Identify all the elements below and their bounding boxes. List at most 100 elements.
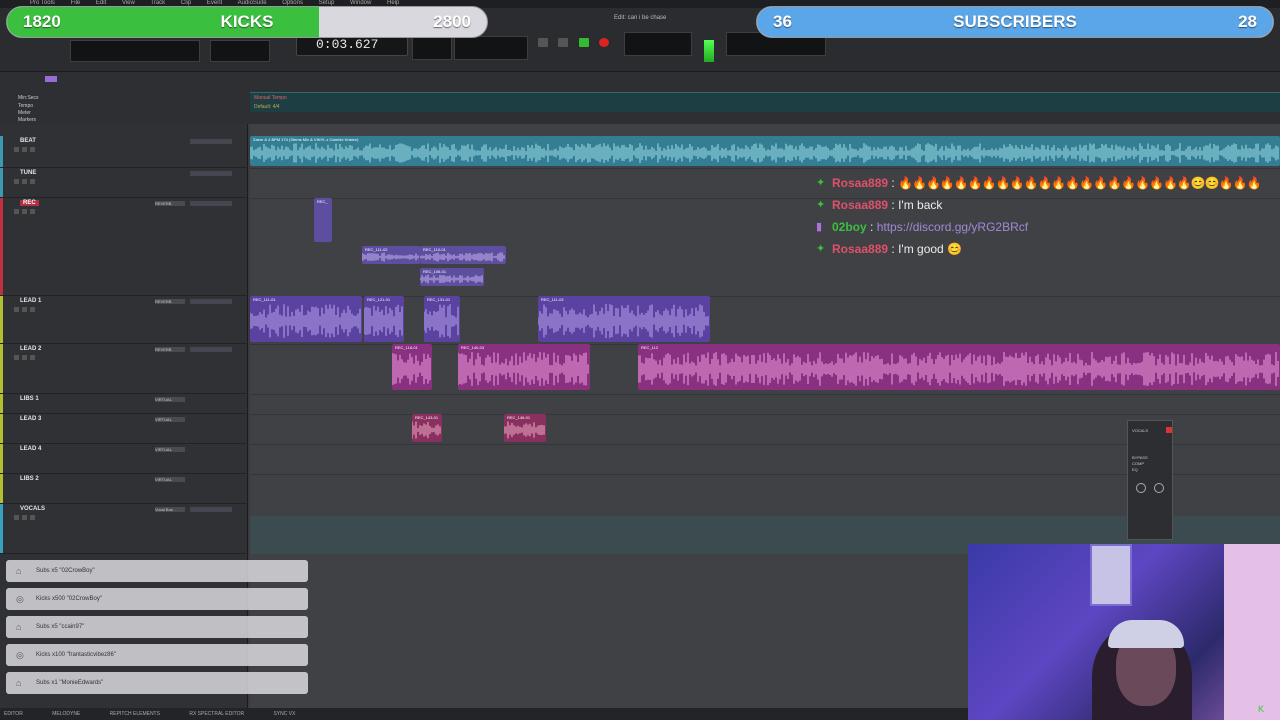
gift-icon: ⌂: [16, 566, 22, 576]
track-name[interactable]: TUNE: [20, 170, 36, 176]
ruler-label-meter: Meter: [18, 110, 31, 116]
track-buttons[interactable]: [14, 355, 38, 361]
track-header-beat[interactable]: BEAT: [0, 136, 248, 168]
track-io[interactable]: [190, 139, 232, 144]
loop-marker[interactable]: [45, 76, 57, 82]
plugin-button-bypass[interactable]: BYPASS: [1132, 455, 1148, 460]
clip[interactable]: REC_110-01: [420, 246, 506, 264]
track-io[interactable]: [190, 507, 232, 512]
alert-item: ⌂ Subs x5 "ccain97": [6, 616, 308, 638]
track-buttons[interactable]: [14, 179, 38, 185]
track-io[interactable]: [190, 201, 232, 206]
ruler-label-minsecs: Min:Secs: [18, 95, 39, 101]
plugin-knob[interactable]: [1136, 483, 1146, 493]
main-counter: 0:03.627: [316, 37, 379, 52]
insert-reverb[interactable]: REVERB: [155, 201, 185, 206]
clip[interactable]: REC_116-01: [392, 344, 432, 390]
track-name[interactable]: LEAD 4: [20, 446, 41, 452]
clip[interactable]: REC_106-01: [420, 268, 484, 286]
track-name[interactable]: LIBS 1: [20, 396, 39, 402]
track-header-tune[interactable]: TUNE: [0, 168, 248, 198]
clip[interactable]: REC_121-01: [364, 296, 404, 342]
track-name[interactable]: LIBS 2: [20, 476, 39, 482]
rewind-button[interactable]: [538, 38, 548, 47]
clip[interactable]: REC_143-01: [412, 414, 442, 442]
insert-virtual[interactable]: VIRTUAL: [155, 417, 185, 422]
track-header-lead2[interactable]: LEAD 2 REVERB: [0, 344, 248, 394]
play-button[interactable]: [578, 38, 589, 47]
clip[interactable]: REC_146-01: [504, 414, 546, 442]
track-name[interactable]: VOCALS: [20, 506, 45, 512]
insert-vocal-bus[interactable]: Vocal Bus: [155, 507, 185, 512]
insert-virtual[interactable]: VIRTUAL: [155, 447, 185, 452]
track-header-libs1[interactable]: LIBS 1 VIRTUAL: [0, 394, 248, 414]
insert-reverb[interactable]: REVERB: [155, 347, 185, 352]
track-buttons[interactable]: [14, 147, 38, 153]
nudge-lcd[interactable]: [454, 36, 528, 60]
track-name[interactable]: LEAD 2: [20, 346, 41, 352]
grid-tools[interactable]: [210, 40, 270, 62]
status-tab[interactable]: RX SPECTRAL EDITOR: [189, 711, 244, 717]
alert-text: Subs x5 "02CrowBoy": [36, 568, 95, 574]
track-buttons[interactable]: [14, 209, 38, 215]
track-header-vocals[interactable]: VOCALS Vocal Bus: [0, 504, 248, 554]
lane-divider: [250, 474, 1280, 475]
status-tab[interactable]: SYNC VX: [273, 711, 295, 717]
track-io[interactable]: [190, 299, 232, 304]
track-name[interactable]: LEAD 3: [20, 416, 41, 422]
clip[interactable]: REC_112: [638, 344, 1280, 390]
plugin-button-eq[interactable]: EQ: [1132, 467, 1138, 472]
tempo-lcd[interactable]: [624, 32, 692, 56]
status-tab[interactable]: REPITCH ELEMENTS: [110, 711, 160, 717]
plugin-knob[interactable]: [1154, 483, 1164, 493]
insert-virtual[interactable]: VIRTUAL: [155, 397, 185, 402]
track-header-rec[interactable]: REC REVERB: [0, 198, 248, 296]
track-color: [0, 414, 3, 443]
waveform: [364, 304, 403, 338]
clip[interactable]: REC_131-01: [424, 296, 460, 342]
status-tab[interactable]: EDITOR: [4, 711, 23, 717]
status-tab[interactable]: MELODYNE: [52, 711, 80, 717]
subscribers-current: 36: [773, 12, 792, 31]
tempo-ruler-strip[interactable]: Manual Tempo Default: 4/4: [250, 92, 1280, 112]
waveform: [538, 304, 709, 338]
track-io[interactable]: [190, 347, 232, 352]
chat-link[interactable]: https://discord.gg/yRG2BRcf: [877, 220, 1028, 234]
track-name[interactable]: REC: [20, 200, 39, 206]
clip[interactable]: REC_: [314, 198, 332, 242]
clip[interactable]: REC_140-03: [458, 344, 590, 390]
track-buttons[interactable]: [14, 515, 38, 521]
kick-icon: ◎: [16, 594, 24, 604]
tempo-marker: Manual Tempo: [254, 95, 287, 101]
plugin-window[interactable]: VOCALS BYPASS COMP EQ: [1127, 420, 1173, 540]
clip[interactable]: REC_111-03: [538, 296, 710, 342]
track-header-lead1[interactable]: LEAD 1 REVERB: [0, 296, 248, 344]
insert-virtual[interactable]: VIRTUAL: [155, 477, 185, 482]
alert-text: Kicks x500 "02CrowBoy": [36, 596, 102, 602]
track-buttons[interactable]: [14, 307, 38, 313]
clip[interactable]: REC_111-01: [250, 296, 362, 342]
track-name[interactable]: LEAD 1: [20, 298, 41, 304]
track-name[interactable]: BEAT: [20, 138, 36, 144]
alert-item: ◎ Kicks x100 "frantasticvibez86": [6, 644, 308, 666]
forward-button[interactable]: [558, 38, 569, 47]
insert-reverb[interactable]: REVERB: [155, 299, 185, 304]
bottom-status-bar: EDITOR MELODYNE REPITCH ELEMENTS RX SPEC…: [0, 708, 968, 720]
timeline-ruler[interactable]: Min:Secs Tempo Meter Markers Manual Temp…: [0, 72, 1280, 124]
plugin-button-comp[interactable]: COMP: [1132, 461, 1144, 466]
waveform: [424, 304, 459, 338]
record-button[interactable]: [599, 38, 610, 47]
edit-tools[interactable]: [70, 40, 200, 62]
clip[interactable]: REC_111-02: [362, 246, 420, 264]
chat-badge-icon: ✦: [816, 243, 826, 255]
track-header-lead4[interactable]: LEAD 4 VIRTUAL: [0, 444, 248, 474]
track-header-libs2[interactable]: LIBS 2 VIRTUAL: [0, 474, 248, 504]
close-icon[interactable]: [1166, 427, 1172, 433]
track-io[interactable]: [190, 171, 232, 176]
beat-clip[interactable]: Zaem & 4 BPM 174 (Stems Mix & VINYL x Ga…: [250, 136, 1280, 166]
track-color: [0, 136, 3, 167]
lane-divider: [250, 168, 1280, 169]
track-header-lead3[interactable]: LEAD 3 VIRTUAL: [0, 414, 248, 444]
waveform: [250, 304, 361, 338]
kicks-goal-values: 1820 2800: [7, 7, 487, 37]
